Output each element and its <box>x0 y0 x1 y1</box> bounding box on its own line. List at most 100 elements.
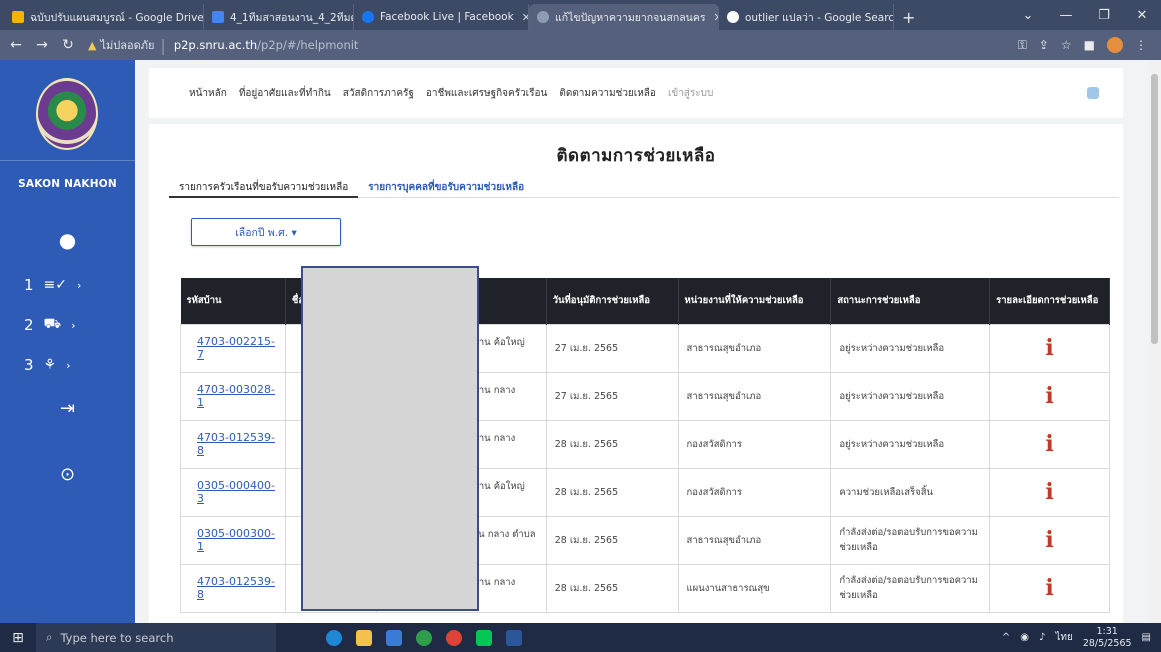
windows-start-icon[interactable]: ⊞ <box>0 630 36 646</box>
house-code-link[interactable]: 4703-002215-7 <box>180 323 286 373</box>
line-icon[interactable] <box>476 629 492 646</box>
nav-login[interactable]: เข้าสู่ระบบ <box>668 86 713 101</box>
nav-home[interactable]: หน้าหลัก <box>189 86 227 101</box>
network-icon[interactable]: ◉ <box>1020 632 1029 643</box>
nav-housing[interactable]: ที่อยู่อาศัยและที่ทำกิน <box>239 86 331 101</box>
sidebar-menu-3[interactable]: 3 ⚘ › <box>24 356 71 374</box>
taskbar-search-placeholder: Type here to search <box>60 630 174 645</box>
user-circle-icon[interactable]: ● <box>0 228 135 252</box>
info-icon[interactable]: i <box>989 467 1110 517</box>
window-controls: ⌄ — ❐ ✕ <box>1009 0 1161 30</box>
header-agency[interactable]: หน่วยงานที่ให้ความช่วยเหลือ <box>678 278 832 324</box>
star-icon[interactable]: ☆ <box>1061 38 1072 52</box>
university-logo[interactable] <box>36 78 98 150</box>
sidebar-menu-1[interactable]: 1 ≡✓ › <box>24 276 81 294</box>
browser-tab[interactable]: ฉบับปรับแผนสมบูรณ์ - Google Drive ✕ <box>4 4 204 30</box>
tab-individuals[interactable]: รายการบุคคลที่ขอรับความช่วยเหลือ <box>358 176 534 198</box>
page-scrollbar[interactable] <box>1148 60 1161 623</box>
key-icon[interactable]: ⚿ <box>1018 38 1027 53</box>
profile-avatar[interactable] <box>1107 37 1123 53</box>
keyboard-language[interactable]: ไทย <box>1055 630 1072 645</box>
forward-icon[interactable]: → <box>32 37 52 53</box>
taskbar-search[interactable]: ⌕ Type here to search <box>36 623 276 652</box>
sidebar-menu-2[interactable]: 2 ⛟ › <box>24 316 76 334</box>
reload-icon[interactable]: ↻ <box>58 37 78 53</box>
file-explorer-icon[interactable] <box>356 629 372 646</box>
top-navigation: หน้าหลัก ที่อยู่อาศัยและที่ทำกิน สวัสดิก… <box>149 68 1123 118</box>
logout-icon[interactable]: ⇥ <box>0 398 135 419</box>
header-approve-date[interactable]: วันที่อนุมัติการช่วยเหลือ <box>546 278 679 324</box>
info-icon[interactable]: i <box>989 419 1110 469</box>
header-status[interactable]: สถานะการช่วยเหลือ <box>830 278 991 324</box>
agency-cell: สาธารณสุขอำเภอ <box>677 515 832 565</box>
truck-icon: ⛟ <box>43 316 62 332</box>
share-icon[interactable]: ⇪ <box>1039 38 1049 52</box>
sidebar-divider <box>0 160 135 161</box>
minimize-icon[interactable]: — <box>1047 8 1085 23</box>
tab-bar: รายการครัวเรือนที่ขอรับความช่วยเหลือ ราย… <box>169 176 1119 198</box>
tab-search-icon[interactable]: ⌄ <box>1009 8 1047 23</box>
nav-occupation[interactable]: อาชีพและเศรษฐกิจครัวเรือน <box>426 86 547 101</box>
date-cell: 28 เม.ย. 2565 <box>545 467 679 517</box>
tab-households[interactable]: รายการครัวเรือนที่ขอรับความช่วยเหลือ <box>169 176 359 198</box>
house-code-link[interactable]: 0305-000300-1 <box>180 515 286 565</box>
tray-overflow-icon[interactable]: ^ <box>1002 632 1010 643</box>
header-house-code[interactable]: รหัสบ้าน <box>180 278 286 324</box>
edge-icon[interactable] <box>326 629 342 646</box>
browser-tab-label: 4_1ทีมสาสอนงาน_4_2ทีมต่อและย้อน... <box>230 11 353 24</box>
search-icon: ⌕ <box>46 630 53 644</box>
google-icon <box>727 11 739 23</box>
sidebar: SAKON NAKHON ● 1 ≡✓ › 2 ⛟ › 3 ⚘ › ⇥ ⊙ <box>0 60 135 623</box>
house-code-link[interactable]: 4703-003028-1 <box>180 371 286 421</box>
new-tab-button[interactable]: + <box>894 4 923 30</box>
date-cell: 28 เม.ย. 2565 <box>545 515 679 565</box>
date-cell: 28 เม.ย. 2565 <box>545 419 679 469</box>
info-icon[interactable]: i <box>989 515 1110 565</box>
browser-tab-label: outlier แปลว่า - Google Search <box>745 11 894 24</box>
house-code-link[interactable]: 0305-000400-3 <box>180 467 286 517</box>
browser-tab[interactable]: Facebook Live | Facebook ✕ <box>354 4 529 30</box>
notification-icon[interactable]: ▤ <box>1142 632 1151 643</box>
house-code-link[interactable]: 4703-012539-8 <box>180 563 286 613</box>
back-icon[interactable]: ← <box>6 37 26 53</box>
warning-icon[interactable]: ▲ <box>88 39 96 52</box>
chevron-right-icon: › <box>71 318 76 332</box>
list-check-icon: ≡✓ <box>43 277 68 293</box>
date-cell: 27 เม.ย. 2565 <box>545 371 679 421</box>
browser-tab-active[interactable]: แก้ไขปัญหาความยากจนสกลนคร ✕ <box>529 4 719 30</box>
close-window-icon[interactable]: ✕ <box>1123 8 1161 23</box>
info-icon[interactable]: i <box>989 323 1110 373</box>
url-host[interactable]: p2p.snru.ac.th <box>174 38 257 52</box>
scrollbar-thumb[interactable] <box>1151 74 1158 344</box>
content-card: ติดตามการช่วยเหลือ รายการครัวเรือนที่ขอร… <box>149 124 1123 623</box>
notification-indicator[interactable] <box>1087 87 1099 99</box>
nav-help-monitor[interactable]: ติดตามความช่วยเหลือ <box>559 86 656 101</box>
collapse-sidebar-icon[interactable]: ⊙ <box>0 464 135 485</box>
google-docs-icon <box>212 11 224 23</box>
url-path[interactable]: /p2p/#/helpmonit <box>257 38 358 52</box>
toolbar-icons: ⚿ ⇪ ☆ ■ ⋮ <box>1018 37 1155 53</box>
redaction-box <box>301 266 479 611</box>
sidepanel-icon[interactable]: ■ <box>1084 38 1095 52</box>
security-label[interactable]: ไม่ปลอดภัย <box>100 36 154 54</box>
header-details[interactable]: รายละเอียดการช่วยเหลือ <box>989 278 1110 324</box>
maximize-icon[interactable]: ❐ <box>1085 8 1123 23</box>
menu-kebab-icon[interactable]: ⋮ <box>1135 38 1147 52</box>
browser-tab[interactable]: outlier แปลว่า - Google Search ✕ <box>719 4 894 30</box>
browser-tab[interactable]: 4_1ทีมสาสอนงาน_4_2ทีมต่อและย้อน... ✕ <box>204 4 354 30</box>
chrome-icon[interactable] <box>446 629 462 646</box>
volume-icon[interactable]: ♪ <box>1039 632 1045 643</box>
close-tab-icon[interactable]: ✕ <box>522 11 528 24</box>
date-cell: 28 เม.ย. 2565 <box>545 563 679 613</box>
main-content: หน้าหลัก ที่อยู่อาศัยและที่ทำกิน สวัสดิก… <box>135 60 1148 623</box>
clock[interactable]: 1:31 28/5/2565 <box>1083 626 1132 650</box>
info-icon[interactable]: i <box>989 563 1110 613</box>
word-icon[interactable] <box>506 629 522 646</box>
year-select-button[interactable]: เลือกปี พ.ศ. ▾ <box>191 218 341 246</box>
info-icon[interactable]: i <box>989 371 1110 421</box>
nav-welfare[interactable]: สวัสดิการภาครัฐ <box>343 86 414 101</box>
mail-icon[interactable] <box>386 629 402 646</box>
xbox-icon[interactable] <box>416 629 432 646</box>
house-code-link[interactable]: 4703-012539-8 <box>180 419 286 469</box>
sidebar-menu-number: 1 <box>24 276 34 294</box>
